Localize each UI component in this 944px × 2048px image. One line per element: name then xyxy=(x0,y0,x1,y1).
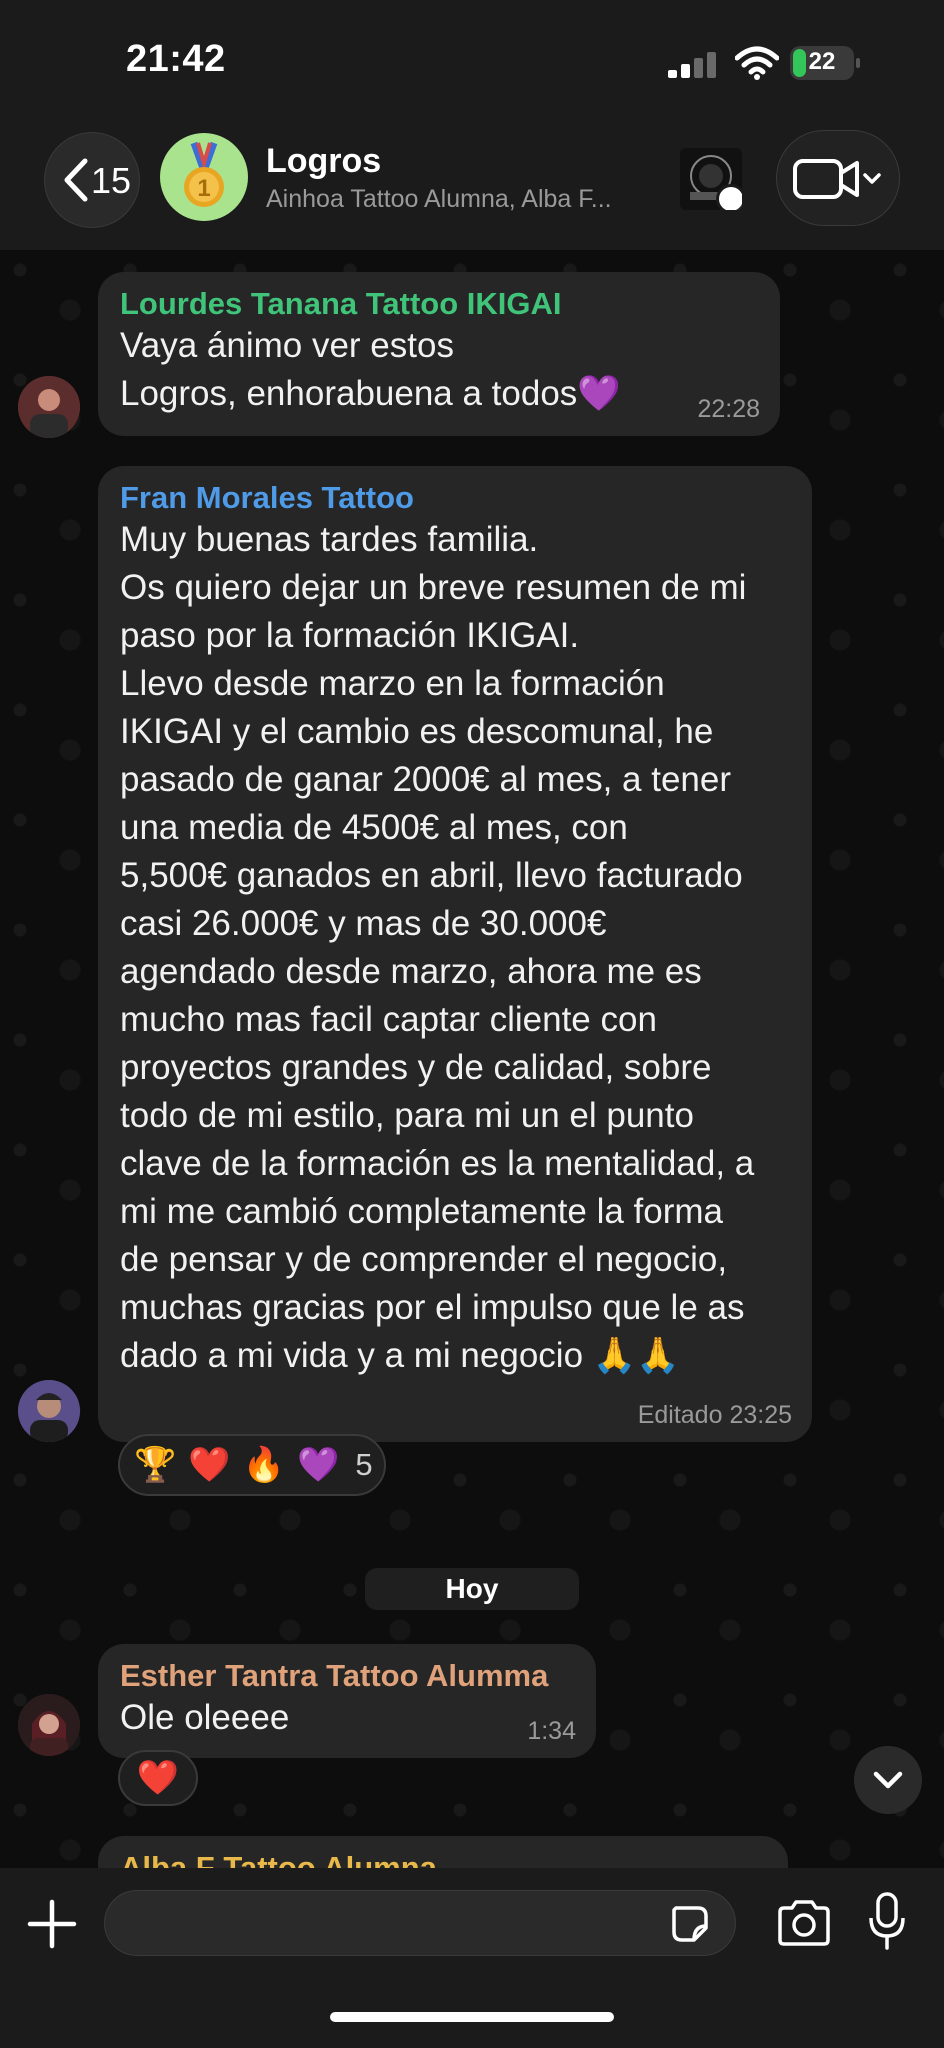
sender-avatar[interactable] xyxy=(18,376,80,438)
fire-reaction: 🔥 xyxy=(242,1446,286,1484)
message-text: Vaya ánimo ver estos Logros, enhorabuena… xyxy=(120,326,621,413)
chat-title: Logros xyxy=(266,142,382,180)
trophy-reaction: 🏆 xyxy=(134,1446,177,1484)
chevron-down-icon xyxy=(873,1771,903,1789)
message-bubble[interactable]: Alba F Tattoo Alumna xyxy=(98,1836,788,1868)
video-call-button[interactable] xyxy=(776,130,900,226)
chat-messages[interactable]: Lourdes Tanana Tattoo IKIGAI Vaya ánimo … xyxy=(0,250,944,1868)
sender-avatar[interactable] xyxy=(18,1380,80,1442)
camera-icon[interactable] xyxy=(776,1898,832,1948)
heart-reaction: ❤️ xyxy=(188,1446,231,1484)
battery-icon: 22 xyxy=(790,46,860,80)
message-time: 22:28 xyxy=(697,395,760,423)
purple-heart-reaction: 💜 xyxy=(297,1446,340,1484)
message-input[interactable] xyxy=(104,1890,736,1956)
person-photo-icon xyxy=(18,1380,80,1442)
video-camera-icon xyxy=(793,159,881,199)
heart-reaction: ❤️ xyxy=(136,1759,180,1797)
compose-bar xyxy=(0,1868,944,2048)
cellular-signal-icon xyxy=(668,50,718,78)
unread-count: 15 xyxy=(91,160,132,201)
chevron-down-badge-icon xyxy=(716,184,742,210)
status-bar: 21:42 22 xyxy=(0,0,944,120)
message-bubble[interactable]: Fran Morales Tattoo Muy buenas tardes fa… xyxy=(98,466,812,1442)
battery-level: 22 xyxy=(808,48,836,75)
medal-icon: 1 xyxy=(184,141,224,207)
message-time: Editado 23:25 xyxy=(637,1401,792,1429)
message-sender: Lourdes Tanana Tattoo IKIGAI xyxy=(120,286,562,321)
home-indicator xyxy=(330,2012,614,2022)
message-text: Ole oleeee xyxy=(120,1698,290,1737)
message-time: 1:34 xyxy=(527,1717,576,1745)
message-reactions[interactable]: ❤️ xyxy=(118,1750,198,1806)
wifi-icon xyxy=(735,46,779,80)
sticker-icon[interactable] xyxy=(668,1902,712,1946)
group-avatar[interactable]: 1 xyxy=(160,133,248,221)
message-sender: Fran Morales Tattoo xyxy=(120,480,414,515)
message-reactions[interactable]: 🏆 ❤️ 🔥 💜 5 xyxy=(118,1434,386,1496)
message-sender: Alba F Tattoo Alumna xyxy=(120,1850,437,1868)
sender-avatar[interactable] xyxy=(18,1694,80,1756)
status-time: 21:42 xyxy=(126,38,226,80)
day-separator: Hoy xyxy=(365,1568,579,1610)
community-avatar[interactable] xyxy=(680,148,742,210)
message-bubble[interactable]: Lourdes Tanana Tattoo IKIGAI Vaya ánimo … xyxy=(98,272,780,436)
chat-members: Ainhoa Tattoo Alumna, Alba F... xyxy=(266,185,612,213)
back-button[interactable]: 15 xyxy=(44,132,140,228)
message-sender: Esther Tantra Tattoo Alumma xyxy=(120,1658,549,1693)
person-photo-icon xyxy=(18,1694,80,1756)
chat-info[interactable]: Logros Ainhoa Tattoo Alumna, Alba F... xyxy=(266,142,666,214)
message-text: Muy buenas tardes familia. Os quiero dej… xyxy=(120,520,755,1375)
scroll-down-button[interactable] xyxy=(854,1746,922,1814)
person-photo-icon xyxy=(18,376,80,438)
microphone-icon[interactable] xyxy=(868,1892,906,1952)
chat-header: 15 1 Logros Ainhoa Tattoo Alumna, Alba F… xyxy=(0,120,944,250)
message-bubble[interactable]: Esther Tantra Tattoo Alumma Ole oleeee 1… xyxy=(98,1644,596,1758)
plus-icon[interactable] xyxy=(26,1898,78,1950)
reaction-count: 5 xyxy=(355,1447,373,1482)
svg-text:1: 1 xyxy=(197,175,210,202)
